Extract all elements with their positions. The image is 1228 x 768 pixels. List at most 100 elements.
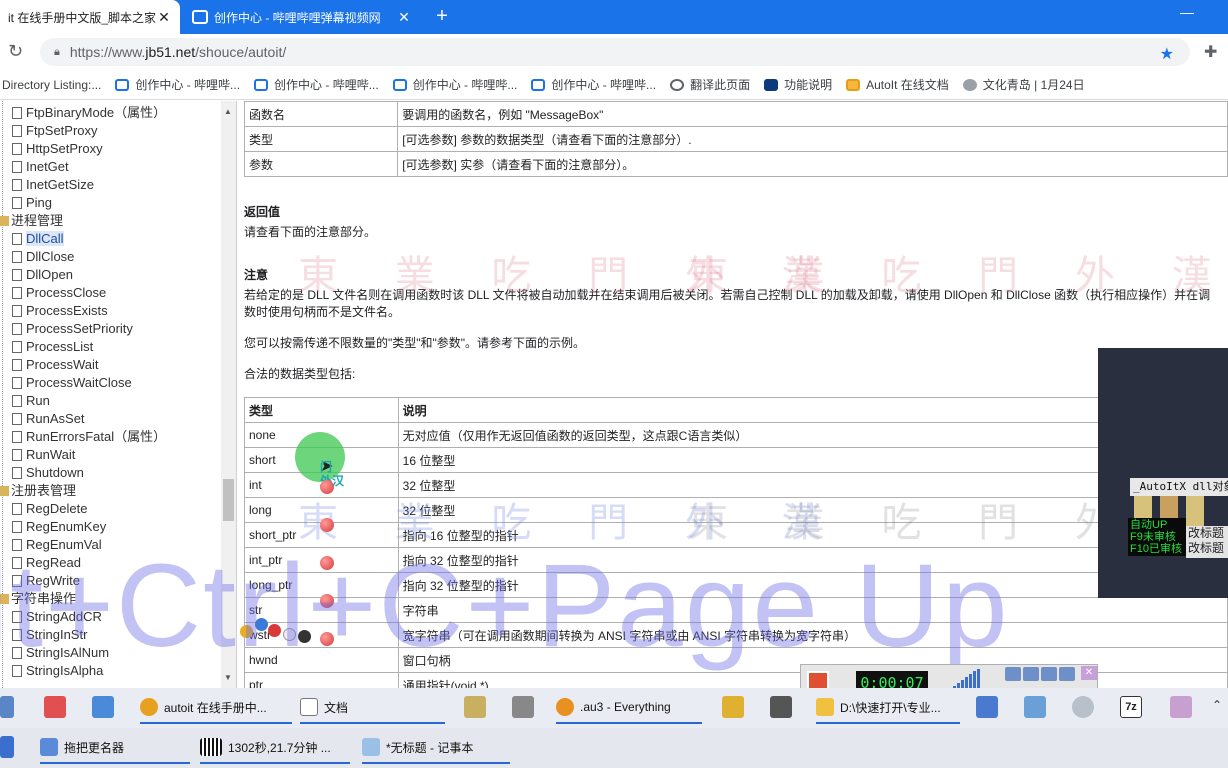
rename-title-button[interactable]: 改标题 [1188,541,1228,556]
tree-item[interactable]: ProcessClose [0,284,106,302]
tree-item[interactable]: DllClose [0,248,74,266]
scroll-down-icon[interactable]: ▼ [224,673,232,682]
task-notepad[interactable]: *无标题 - 记事本 [362,732,510,764]
tools-icon[interactable] [1059,667,1075,681]
document-icon [12,179,22,191]
url-path: /shouce/autoit/ [195,44,287,60]
bookmark-translate[interactable]: 翻译此页面 [670,76,750,93]
app-icon[interactable] [976,696,998,718]
chevron-up-icon[interactable]: ⌃ [1212,698,1222,712]
chrome-icon [140,698,158,716]
tree-item[interactable]: InetGet [0,158,69,176]
folder-icon [0,216,9,226]
tree-item-label: RunWait [26,447,76,462]
document-icon [300,698,318,716]
bookmarks-bar: Directory Listing:... 创作中心 - 哔哩哔... 创作中心… [0,70,1228,100]
tree-item-label: FtpBinaryMode（属性） [26,105,167,120]
column-header-type: 类型 [244,397,399,423]
task-renamer[interactable]: 拖把更名器 [40,732,190,764]
tree-item[interactable]: DllCall [0,230,64,248]
app-icon[interactable] [92,696,114,718]
bookmark-label: 文化青岛 | 1月24日 [982,78,1085,92]
parameters-table: 函数名 要调用的函数名，例如 "MessageBox" 类型 [可选参数] 参数的数… [243,101,1228,177]
bookmark-bilibili-3[interactable]: 创作中心 - 哔哩哔... [392,76,518,93]
tree-item-label: Ping [26,195,53,210]
bookmark-features[interactable]: 功能说明 [764,76,832,93]
task-explorer[interactable]: D:\快速打开\专业... [816,692,960,724]
tree-item[interactable]: RegEnumKey [0,518,106,536]
tree-item[interactable]: FtpBinaryMode（属性） [0,104,166,122]
task-timer[interactable]: 1302秒,21.7分钟 ... [200,732,350,764]
folder-icon [816,698,834,716]
app-icon[interactable] [1170,696,1192,718]
rename-title-button[interactable]: 改标题 [1188,526,1228,541]
document-icon [12,449,22,461]
close-icon[interactable]: ✕ [396,9,412,26]
tree-item[interactable]: Run [0,392,50,410]
task-documents[interactable]: 文档 [300,692,445,724]
app-icon[interactable] [44,696,66,718]
scrollbar-thumb[interactable] [223,479,234,521]
task-everything[interactable]: .au3 - Everything [556,692,702,724]
app-icon[interactable] [0,696,14,718]
bookmark-bilibili-1[interactable]: 创作中心 - 哔哩哔... [115,76,240,93]
task-label: 文档 [324,700,349,715]
tree-item[interactable]: HttpSetProxy [0,140,103,158]
tree-item[interactable]: RegDelete [0,500,87,518]
app-icon[interactable] [722,696,744,718]
tree-folder[interactable]: 进程管理 [0,212,63,230]
new-tab-button[interactable]: + [430,4,454,28]
folder-icon[interactable] [1023,667,1039,681]
bookmark-label: 创作中心 - 哔哩哔... [412,78,518,92]
autoit-icon [846,78,861,91]
note-paragraph-2: 您可以按需传递不限数量的"类型"和"参数"。请参考下面的示例。 [244,336,586,350]
app-icon[interactable] [1024,696,1046,718]
minimize-icon[interactable]: — [1180,4,1194,20]
gear-icon[interactable] [1041,667,1057,681]
scroll-up-icon[interactable]: ▲ [224,107,232,116]
app-icon[interactable] [512,696,534,718]
tab-bilibili[interactable]: 创作中心 - 哔哩哔哩弹幕视频网 ✕ [184,0,420,34]
address-bar[interactable]: 🔒︎ https://www.jb51.net/shouce/autoit/ ★ [40,38,1190,66]
app-icon[interactable] [0,736,14,758]
app-icon[interactable] [1072,696,1094,718]
tree-item[interactable]: ProcessSetPriority [0,320,133,338]
tree-item[interactable]: ProcessList [0,338,93,356]
bookmark-autoit-docs[interactable]: AutoIt 在线文档 [846,76,949,93]
bookmark-bilibili-4[interactable]: 创作中心 - 哔哩哔... [531,76,656,93]
task-label: .au3 - Everything [580,700,671,714]
watermark: 東 業 吃 門 外 漢 [688,253,1228,299]
app-icon[interactable] [464,696,486,718]
bookmark-qingdao[interactable]: 文化青岛 | 1月24日 [962,76,1085,93]
tree-item[interactable]: DllOpen [0,266,73,284]
tree-folder[interactable]: 注册表管理 [0,482,76,500]
tree-item[interactable]: RunErrorsFatal（属性） [0,428,166,446]
task-chrome[interactable]: autoit 在线手册中... [140,692,292,724]
tree-item[interactable]: FtpSetProxy [0,122,98,140]
extensions-icon[interactable]: ✚ [1204,42,1217,62]
close-icon[interactable]: ✕ [1081,666,1097,680]
close-icon[interactable]: ✕ [156,9,172,26]
return-text: 请查看下面的注意部分。 [244,225,377,239]
tree-item[interactable]: ProcessWait [0,356,98,374]
tree-item[interactable]: ProcessWaitClose [0,374,132,392]
bookmark-directory-listing[interactable]: Directory Listing:... [2,78,101,92]
notepad-icon [362,738,380,756]
7zip-icon[interactable]: 7z [1120,696,1142,718]
settings-icon[interactable] [1005,667,1021,681]
task-label: 拖把更名器 [64,740,125,755]
tree-item[interactable]: Ping [0,194,52,212]
document-icon [12,125,22,137]
tree-item[interactable]: ProcessExists [0,302,108,320]
param-name: 函数名 [243,101,399,127]
tab-autoit-manual[interactable]: it 在线手册中文版_脚本之家 ✕ [0,0,180,34]
bookmark-star-icon[interactable]: ★ [1160,44,1174,64]
tree-item[interactable]: RunWait [0,446,75,464]
bilibili-icon [254,78,269,91]
tree-item[interactable]: InetGetSize [0,176,94,194]
bookmark-bilibili-2[interactable]: 创作中心 - 哔哩哔... [254,76,379,93]
app-icon[interactable] [770,696,792,718]
tree-item[interactable]: RunAsSet [0,410,85,428]
reload-icon[interactable]: ↻ [8,41,23,62]
tree-item[interactable]: Shutdown [0,464,84,482]
